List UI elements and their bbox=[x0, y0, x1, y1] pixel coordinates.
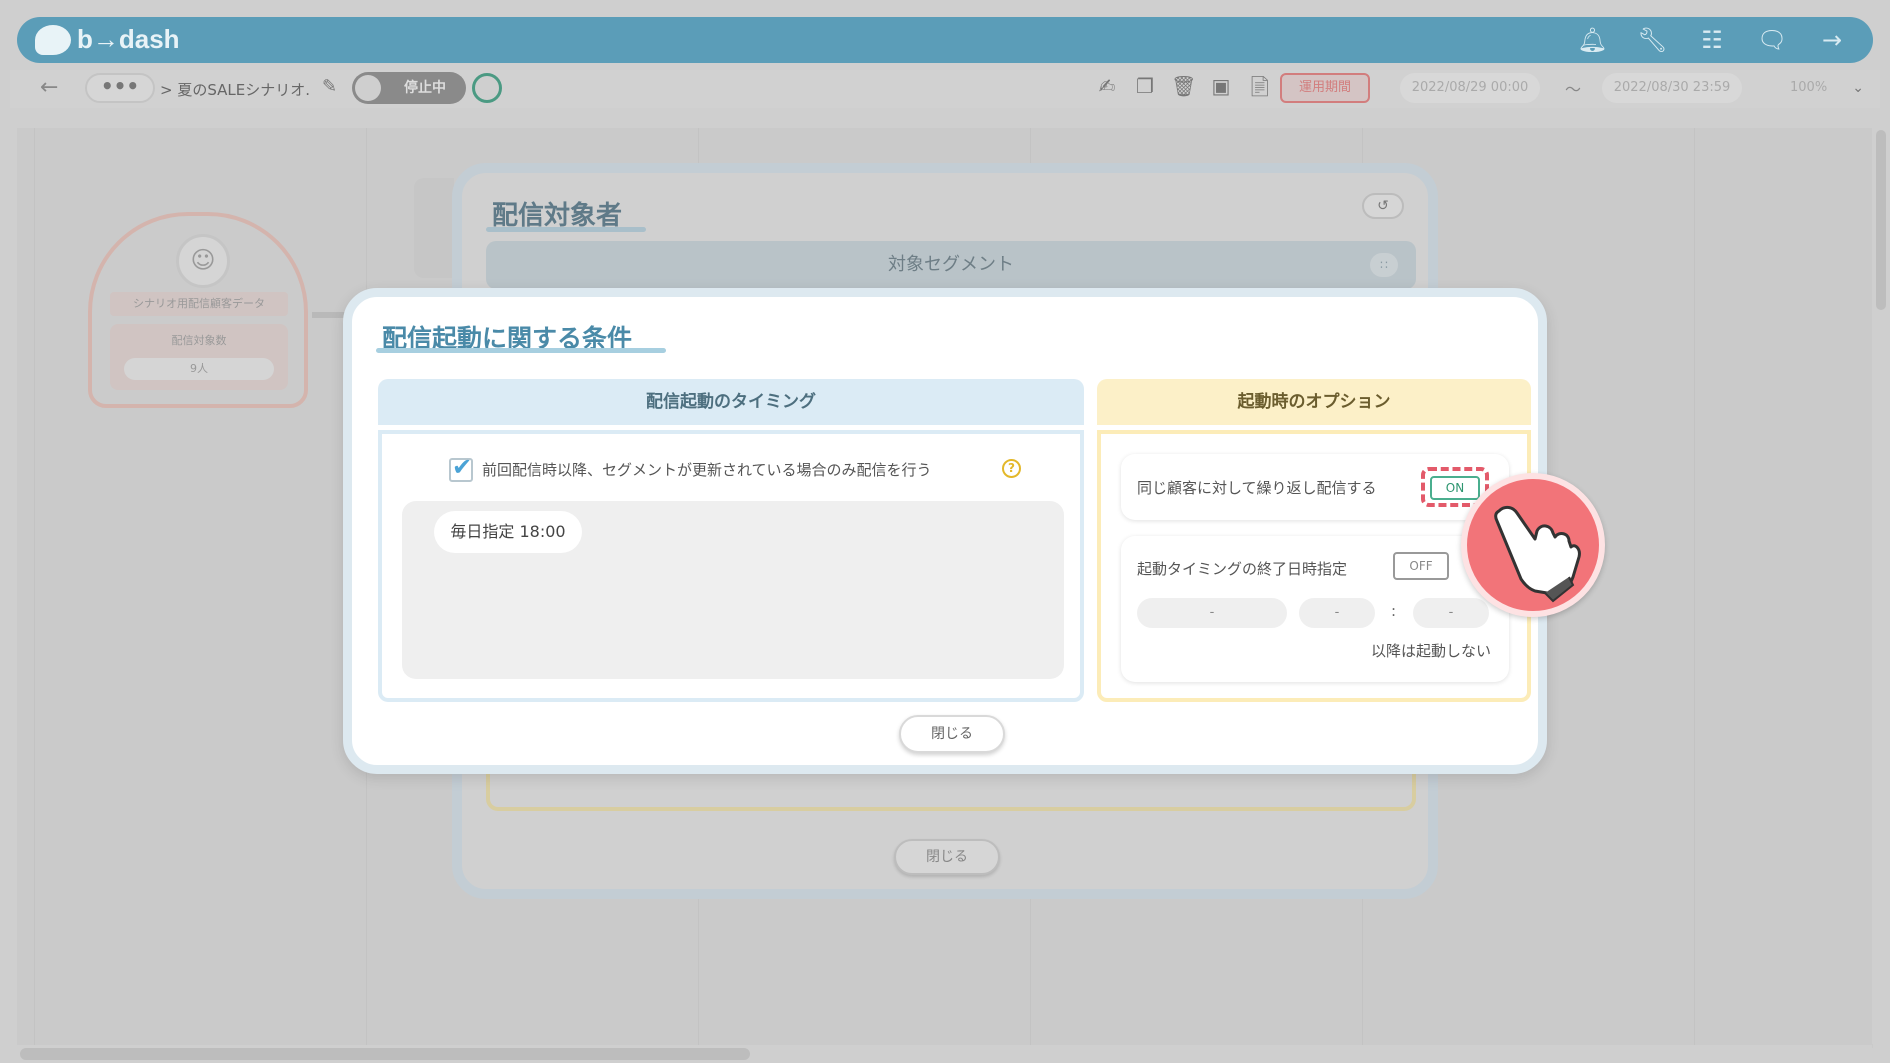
scenario-toolbar: ← ••• > 夏のSALEシナリオ. ✎ 停止中 ✍ ❐ 🗑︎ ▣ 📄︎ 運用… bbox=[10, 70, 1880, 108]
segment-updated-label: 前回配信時以降、セグメントが更新されている場合のみ配信を行う bbox=[482, 461, 932, 479]
logo-bubble-icon bbox=[35, 24, 71, 55]
pencil-icon[interactable]: ✎ bbox=[322, 76, 337, 97]
node-count-label: 配信対象数 bbox=[171, 334, 227, 347]
checkmark-icon: ✔ bbox=[452, 453, 473, 481]
back-arrow-icon[interactable]: ← bbox=[40, 75, 58, 100]
vertical-scroll-thumb[interactable] bbox=[1876, 130, 1886, 310]
horizontal-scrollbar[interactable] bbox=[0, 1045, 1872, 1063]
node-title: シナリオ用配信顧客データ bbox=[110, 292, 288, 316]
end-datetime-label: 起動タイミングの終了日時指定 bbox=[1137, 560, 1348, 578]
zoom-select[interactable]: 100% ⌄ bbox=[1765, 73, 1870, 103]
chat-icon[interactable]: 🗨︎ bbox=[1757, 25, 1787, 55]
history-icon[interactable]: ↺ bbox=[1362, 193, 1404, 219]
zoom-value: 100% bbox=[1790, 80, 1828, 95]
end-datetime-card: 起動タイミングの終了日時指定 OFF - - : - 以降は起動しない bbox=[1121, 536, 1509, 682]
segment-updated-checkbox[interactable]: ✔ bbox=[449, 453, 473, 482]
timing-section: ✔ 前回配信時以降、セグメントが更新されている場合のみ配信を行う ? 毎日指定 … bbox=[378, 430, 1084, 702]
status-toggle[interactable]: 停止中 bbox=[352, 72, 466, 104]
grid-icon[interactable]: ☷ bbox=[1697, 25, 1727, 55]
document-icon[interactable]: 📄︎ bbox=[1247, 74, 1272, 100]
target-segment-label: 対象セグメント bbox=[888, 254, 1014, 275]
bg-close-button[interactable]: 閉じる bbox=[894, 839, 1000, 875]
target-segment-bar: 対象セグメント ∷ bbox=[486, 241, 1416, 289]
more-button[interactable]: ••• bbox=[85, 73, 155, 103]
launch-conditions-modal: 配信起動に関する条件 配信起動のタイミング ✔ 前回配信時以降、セグメントが更新… bbox=[343, 288, 1547, 774]
timing-list: 毎日指定 18:00 bbox=[402, 501, 1064, 679]
end-datetime-note: 以降は起動しない bbox=[1370, 642, 1491, 660]
modal-title-underline bbox=[376, 348, 666, 353]
drag-handle-icon[interactable]: ∷ bbox=[1370, 253, 1398, 277]
logo[interactable]: b→dash bbox=[35, 24, 180, 55]
start-date-field[interactable]: 2022/08/29 00:00 bbox=[1400, 73, 1540, 103]
trash-icon[interactable]: 🗑︎ bbox=[1171, 74, 1196, 100]
status-label: 停止中 bbox=[404, 80, 446, 96]
time-colon: : bbox=[1391, 602, 1397, 620]
schedule-chip[interactable]: 毎日指定 18:00 bbox=[434, 511, 582, 553]
end-hour-input[interactable]: - bbox=[1299, 598, 1375, 628]
people-icon: ☺ bbox=[176, 234, 230, 288]
close-button[interactable]: 閉じる bbox=[899, 715, 1005, 753]
options-section-header: 起動時のオプション bbox=[1097, 379, 1531, 425]
bg-side-tabs bbox=[414, 178, 454, 278]
vertical-scrollbar[interactable] bbox=[1872, 118, 1890, 1044]
tap-hand-icon bbox=[1461, 473, 1605, 617]
avatar-icon[interactable] bbox=[472, 73, 502, 103]
operation-period-button[interactable]: 運用期間 bbox=[1280, 73, 1370, 103]
timing-section-header: 配信起動のタイミング bbox=[378, 379, 1084, 425]
node-count-value: 9人 bbox=[124, 358, 274, 380]
date-range-separator: 〜 bbox=[1565, 80, 1582, 99]
top-navigation-bar: b→dash 🔔︎ 🔧︎ ☷ 🗨︎ → bbox=[17, 17, 1873, 63]
top-icons: 🔔︎ 🔧︎ ☷ 🗨︎ → bbox=[1577, 25, 1847, 55]
help-icon[interactable]: ? bbox=[1002, 459, 1021, 478]
repeat-delivery-card: 同じ顧客に対して繰り返し配信する ON bbox=[1121, 454, 1509, 520]
bg-title-underline bbox=[486, 227, 646, 232]
chevron-down-icon: ⌄ bbox=[1852, 80, 1864, 96]
tool-icons: ✍ ❐ 🗑︎ ▣ 📄︎ bbox=[1095, 74, 1273, 100]
node-count-box: 配信対象数 9人 bbox=[110, 324, 288, 390]
logout-icon[interactable]: → bbox=[1817, 25, 1847, 55]
repeat-delivery-label: 同じ顧客に対して繰り返し配信する bbox=[1137, 479, 1377, 497]
end-datetime-toggle[interactable]: OFF bbox=[1393, 552, 1449, 580]
horizontal-scroll-thumb[interactable] bbox=[20, 1048, 750, 1060]
wrench-icon[interactable]: 🔧︎ bbox=[1637, 25, 1667, 55]
archive-icon[interactable]: ▣ bbox=[1209, 74, 1233, 100]
copy-icon[interactable]: ❐ bbox=[1133, 74, 1157, 100]
logo-text: b→dash bbox=[77, 24, 180, 54]
end-minute-input[interactable]: - bbox=[1413, 598, 1489, 628]
bell-icon[interactable]: 🔔︎ bbox=[1577, 25, 1607, 55]
customer-data-node[interactable]: ☺ シナリオ用配信顧客データ 配信対象数 9人 bbox=[88, 212, 308, 408]
repeat-delivery-toggle[interactable]: ON bbox=[1430, 476, 1480, 500]
breadcrumb: > 夏のSALEシナリオ. bbox=[160, 81, 311, 99]
end-date-field[interactable]: 2022/08/30 23:59 bbox=[1602, 73, 1742, 103]
end-date-input[interactable]: - bbox=[1137, 598, 1287, 628]
toggle-knob bbox=[355, 75, 381, 101]
edit-icon[interactable]: ✍ bbox=[1095, 74, 1119, 100]
